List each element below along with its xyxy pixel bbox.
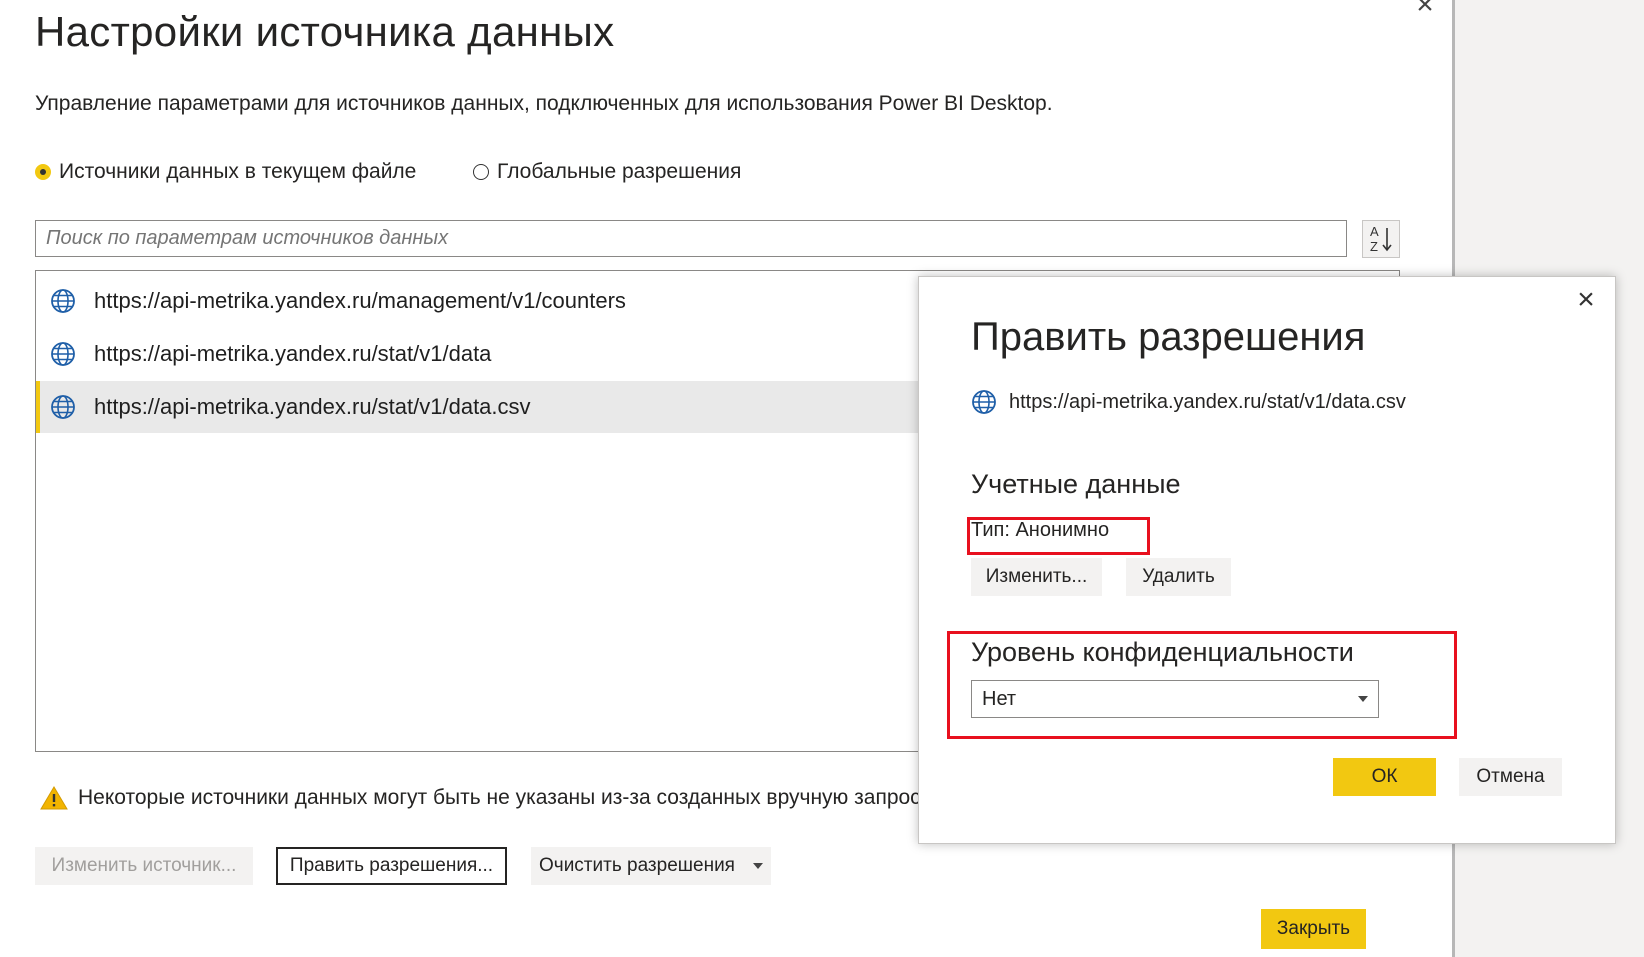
radio-current-file-label: Источники данных в текущем файле	[59, 160, 417, 183]
svg-text:A: A	[1370, 224, 1379, 239]
cancel-button[interactable]: Отмена	[1459, 758, 1562, 796]
page-title: Настройки источника данных	[35, 8, 615, 55]
sort-az-icon: A Z	[1370, 224, 1392, 254]
change-source-button[interactable]: Изменить источник...	[35, 847, 253, 885]
edit-permissions-dialog: × Править разрешения https://api-metrika…	[918, 276, 1616, 844]
close-button[interactable]: Закрыть	[1261, 909, 1366, 949]
dialog-source-url: https://api-metrika.yandex.ru/stat/v1/da…	[971, 389, 1406, 415]
radio-selected-icon	[35, 164, 51, 180]
globe-icon	[51, 342, 75, 366]
radio-current-file[interactable]: Источники данных в текущем файле	[35, 160, 416, 184]
radio-global-permissions-label: Глобальные разрешения	[497, 160, 742, 183]
ok-button[interactable]: ОК	[1333, 758, 1436, 796]
globe-icon	[51, 395, 75, 419]
close-icon[interactable]: ×	[1571, 285, 1601, 315]
chevron-down-icon	[1358, 696, 1368, 702]
credential-type: Тип: Анонимно	[971, 519, 1110, 541]
privacy-level-heading: Уровень конфиденциальности	[971, 637, 1354, 667]
source-url: https://api-metrika.yandex.ru/stat/v1/da…	[94, 341, 492, 366]
dialog-title: Править разрешения	[971, 315, 1366, 359]
page-subtitle: Управление параметрами для источников да…	[35, 92, 1053, 115]
edit-permissions-button[interactable]: Править разрешения...	[276, 847, 507, 885]
source-url: https://api-metrika.yandex.ru/stat/v1/da…	[94, 394, 531, 419]
edit-credentials-button[interactable]: Изменить...	[971, 558, 1102, 596]
clear-permissions-label: Очистить разрешения	[539, 855, 735, 876]
sort-button[interactable]: A Z	[1362, 220, 1400, 258]
clear-permissions-button[interactable]: Очистить разрешения	[531, 847, 771, 885]
privacy-level-value: Нет	[982, 687, 1017, 710]
chevron-down-icon	[752, 863, 763, 869]
radio-unselected-icon	[473, 164, 489, 180]
delete-credentials-button[interactable]: Удалить	[1126, 558, 1231, 596]
warning-text: Некоторые источники данных могут быть не…	[78, 786, 921, 809]
warning-icon	[40, 786, 68, 810]
close-icon[interactable]: ×	[1410, 0, 1440, 20]
search-input[interactable]	[35, 220, 1347, 257]
radio-global-permissions[interactable]: Глобальные разрешения	[473, 160, 741, 184]
source-url: https://api-metrika.yandex.ru/management…	[94, 288, 626, 313]
privacy-level-select[interactable]: Нет	[971, 680, 1379, 718]
globe-icon	[51, 289, 75, 313]
dialog-url-text: https://api-metrika.yandex.ru/stat/v1/da…	[1009, 390, 1406, 413]
credentials-heading: Учетные данные	[971, 469, 1181, 499]
warning-message: Некоторые источники данных могут быть не…	[40, 785, 921, 811]
svg-text:Z: Z	[1370, 239, 1378, 254]
globe-icon	[972, 390, 996, 414]
